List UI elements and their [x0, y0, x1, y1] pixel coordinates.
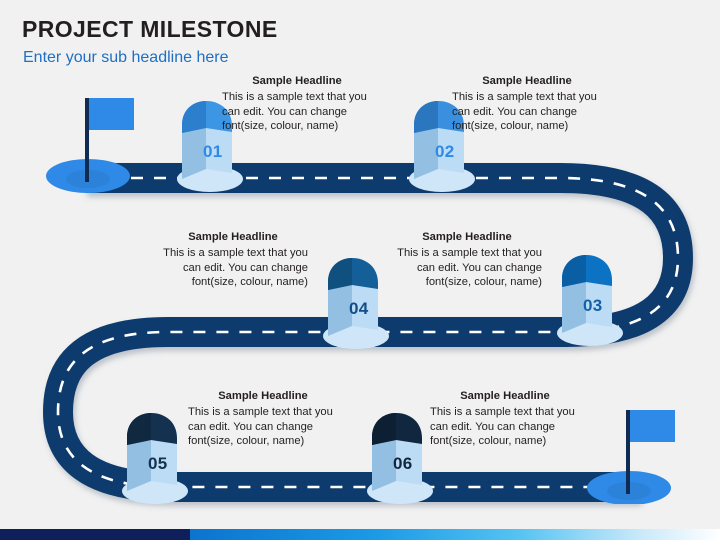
milestone-number-03: 03: [583, 296, 603, 315]
milestone-number-01: 01: [203, 142, 223, 161]
milestone-headline-06: Sample Headline: [460, 390, 550, 402]
milestone-text-05: Sample Headline This is a sample text th…: [188, 389, 338, 449]
milestone-marker-06[interactable]: 06: [358, 407, 436, 511]
milestone-number-06: 06: [393, 454, 413, 473]
end-flag: [585, 404, 675, 504]
milestone-body-01: This is a sample text that you can edit.…: [222, 90, 367, 133]
milestone-number-04: 04: [349, 299, 369, 318]
bottom-bar-gradient-segment: [190, 529, 720, 540]
milestone-marker-03[interactable]: 03: [548, 249, 626, 353]
start-flag-cloth: [88, 98, 134, 130]
end-flag-cloth: [629, 410, 675, 442]
milestone-body-06: This is a sample text that you can edit.…: [430, 405, 575, 448]
milestone-text-03: Sample Headline This is a sample text th…: [392, 230, 542, 290]
bottom-bar-dark-segment: [0, 529, 190, 540]
milestone-text-02: Sample Headline This is a sample text th…: [452, 74, 602, 134]
milestone-text-06: Sample Headline This is a sample text th…: [430, 389, 580, 449]
milestone-number-05: 05: [148, 454, 168, 473]
slide-canvas: PROJECT MILESTONE Enter your sub headlin…: [0, 0, 720, 540]
start-flag: [44, 96, 134, 196]
milestone-headline-01: Sample Headline: [252, 75, 342, 87]
milestone-text-04: Sample Headline This is a sample text th…: [158, 230, 308, 290]
bottom-accent-bar: [0, 529, 720, 540]
end-flag-pole: [626, 410, 630, 494]
milestone-marker-04[interactable]: 04: [314, 252, 392, 356]
milestone-headline-02: Sample Headline: [482, 75, 572, 87]
milestone-headline-04: Sample Headline: [188, 231, 278, 243]
milestone-body-05: This is a sample text that you can edit.…: [188, 405, 333, 448]
milestone-body-02: This is a sample text that you can edit.…: [452, 90, 597, 133]
milestone-body-04: This is a sample text that you can edit.…: [163, 246, 308, 289]
milestone-marker-05[interactable]: 05: [113, 407, 191, 511]
milestone-body-03: This is a sample text that you can edit.…: [397, 246, 542, 289]
milestone-text-01: Sample Headline This is a sample text th…: [222, 74, 372, 134]
milestone-number-02: 02: [435, 142, 455, 161]
start-flag-pole: [85, 98, 89, 182]
milestone-headline-03: Sample Headline: [422, 231, 512, 243]
milestone-headline-05: Sample Headline: [218, 390, 308, 402]
